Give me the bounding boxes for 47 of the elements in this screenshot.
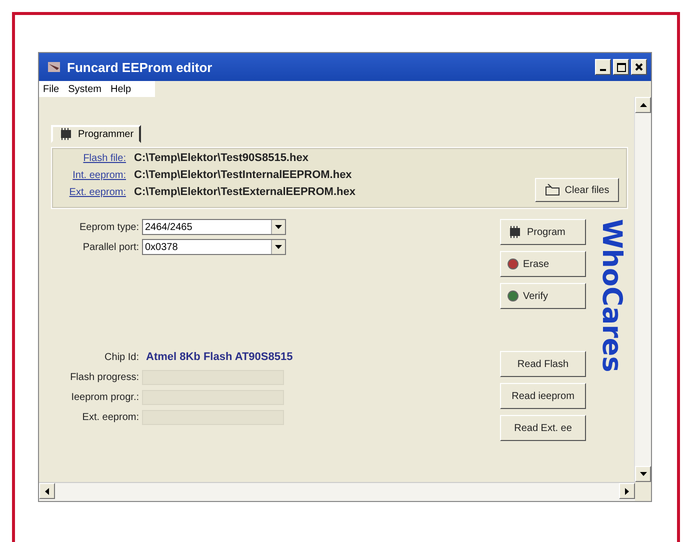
file-link[interactable]: Flash file: <box>52 152 126 164</box>
programmer-tab[interactable]: Programmer <box>51 125 141 143</box>
progress-label: Ext. eeprom: <box>81 412 139 422</box>
read-button[interactable]: Read Flash <box>500 351 586 377</box>
setting-label: Parallel port: <box>82 242 139 252</box>
file-link[interactable]: Ext. eeprom: <box>52 186 126 198</box>
scroll-up-icon <box>640 103 646 107</box>
circle-icon <box>507 290 519 302</box>
dropdown-arrow-icon <box>275 225 282 229</box>
menu-item[interactable]: File <box>43 84 60 94</box>
window-title: Funcard EEProm editor <box>67 60 214 74</box>
chip-icon <box>58 128 74 140</box>
program-button[interactable]: Program <box>500 219 586 245</box>
minimize-button[interactable] <box>595 59 611 75</box>
scroll-down-icon <box>640 472 646 476</box>
dropdown[interactable]: 0x0378 <box>142 239 286 255</box>
brand-text: WhoCares <box>596 219 626 374</box>
clear-files-button[interactable]: Clear files <box>535 178 619 202</box>
progress-label: Ieeprom progr.: <box>70 392 139 402</box>
file-path: C:\Temp\Elektor\Test90S8515.hex <box>134 152 308 164</box>
erase-button[interactable]: Erase <box>500 251 586 277</box>
circle-icon <box>507 258 519 270</box>
file-path: C:\Temp\Elektor\TestInternalEEPROM.hex <box>134 169 352 181</box>
setting-label: Eeprom type: <box>78 222 139 232</box>
dropdown[interactable]: 2464/2465 <box>142 219 286 235</box>
vertical-scrollbar[interactable] <box>634 97 651 482</box>
scroll-right-icon <box>625 488 629 494</box>
scroll-left-icon <box>45 488 49 494</box>
app-icon <box>47 60 61 74</box>
chip-icon <box>507 226 523 238</box>
dropdown-arrow-icon <box>275 245 282 249</box>
folder-icon <box>544 184 561 196</box>
horizontal-scrollbar[interactable] <box>39 482 635 501</box>
close-button[interactable] <box>631 59 647 75</box>
file-link[interactable]: Int. eeprom: <box>52 170 126 180</box>
maximize-button[interactable] <box>613 59 629 75</box>
maximize-icon <box>616 62 626 72</box>
progress-label: Flash progress: <box>69 372 139 382</box>
menu-item[interactable]: System <box>68 84 102 94</box>
menu-item[interactable]: Help <box>110 84 132 94</box>
chip-id-value: Atmel 8Kb Flash AT90S8515 <box>146 351 293 363</box>
read-button[interactable]: Read Ext. ee <box>500 415 586 441</box>
verify-button[interactable]: Verify <box>500 283 586 309</box>
file-path: C:\Temp\Elektor\TestExternalEEPROM.hex <box>134 186 356 198</box>
chip-id-label: Chip Id: <box>104 352 139 362</box>
close-icon <box>635 63 643 71</box>
read-button[interactable]: Read ieeprom <box>500 383 586 409</box>
